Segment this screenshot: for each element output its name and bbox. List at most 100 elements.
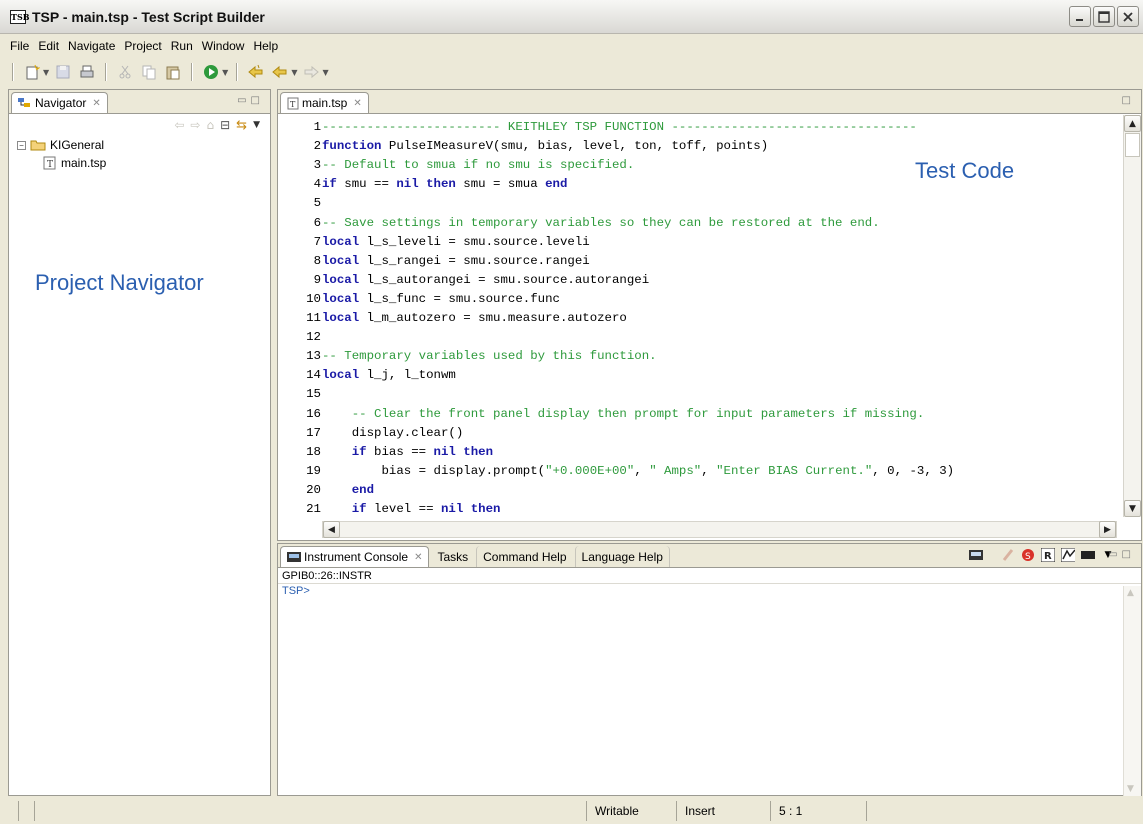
menu-window[interactable]: Window	[198, 39, 250, 53]
new-dropdown-arrow[interactable]: ▼	[43, 68, 49, 77]
nav-back-icon[interactable]: ⇦	[174, 118, 184, 132]
run-icon	[204, 65, 219, 79]
keyword-token: end	[351, 482, 375, 497]
toolbar: ▼ ▼ ▼ ▼	[0, 58, 1143, 86]
last-edit-icon	[248, 64, 263, 79]
forward-dropdown-arrow[interactable]: ▼	[322, 68, 328, 77]
console-toolbar: S R ▼	[969, 548, 1115, 562]
navigator-toolbar: ⇦ ⇨ ⌂ ⊟ ⇆ ▼	[9, 114, 270, 136]
new-file-button[interactable]	[22, 62, 42, 82]
scroll-left-button[interactable]: ◀	[323, 521, 340, 538]
code-text: local l_s_func = smu.source.func	[321, 290, 560, 309]
tab-instrument-console[interactable]: Instrument Console ✕	[280, 546, 430, 567]
menu-run[interactable]: Run	[167, 39, 198, 53]
editor-vertical-scrollbar[interactable]: ▲ ▼	[1123, 115, 1141, 517]
print-button[interactable]	[77, 62, 97, 82]
run-button[interactable]	[201, 62, 221, 82]
tree-file-row[interactable]: T main.tsp	[17, 154, 270, 172]
console-panel: Instrument Console ✕ Tasks Command Help …	[277, 543, 1142, 796]
instrument-icon[interactable]	[969, 548, 983, 562]
editor-horizontal-scrollbar[interactable]: ◀ ▶	[322, 521, 1117, 538]
last-edit-button[interactable]	[246, 62, 266, 82]
link-editor-icon[interactable]: ⇆	[236, 118, 247, 133]
console-prompt[interactable]: TSP>	[278, 584, 1141, 598]
maximize-button[interactable]	[1093, 6, 1115, 27]
save-button[interactable]	[53, 62, 73, 82]
tab-main-tsp[interactable]: T main.tsp ✕	[280, 92, 369, 113]
graph-icon[interactable]	[1061, 548, 1075, 562]
collapse-toggle-icon[interactable]: −	[17, 140, 26, 150]
code-line: 14 local l_j, l_tonwm	[278, 366, 456, 385]
scroll-up-button[interactable]: ▲	[1124, 115, 1141, 132]
menu-project[interactable]: Project	[120, 39, 166, 53]
code-line: 17 display.clear()	[278, 424, 463, 443]
code-line: 21 if level == nil then	[278, 500, 500, 517]
line-number: 19	[306, 463, 321, 478]
close-tab-icon[interactable]: ✕	[92, 98, 100, 109]
code-text: ------------------------ KEITHLEY TSP FU…	[321, 118, 917, 137]
menu-edit[interactable]: Edit	[34, 39, 64, 53]
forward-button[interactable]	[301, 62, 321, 82]
keyword-token: local	[322, 311, 360, 325]
toolbar-separator	[236, 63, 239, 81]
tab-navigator[interactable]: Navigator ✕	[11, 92, 108, 113]
tab-language-help[interactable]: Language Help	[574, 546, 670, 567]
nav-up-icon[interactable]: ⌂	[206, 118, 214, 132]
back-button[interactable]	[270, 62, 290, 82]
back-dropdown-arrow[interactable]: ▼	[291, 68, 297, 77]
scroll-thumb[interactable]	[1125, 133, 1140, 157]
minimize-button[interactable]	[1069, 6, 1091, 27]
tab-tasks[interactable]: Tasks	[431, 546, 474, 567]
menu-file[interactable]: File	[6, 39, 34, 53]
scroll-up-icon[interactable]: ▲	[1127, 588, 1134, 598]
code-line: 1 ------------------------ KEITHLEY TSP F…	[278, 118, 917, 137]
console-vertical-scrollbar[interactable]: ▲ ▼	[1123, 586, 1141, 796]
tab-command-help[interactable]: Command Help	[476, 546, 572, 567]
close-button[interactable]	[1117, 6, 1139, 27]
line-number: 10	[306, 291, 321, 306]
close-tab-icon[interactable]: ✕	[353, 98, 361, 109]
nav-forward-icon[interactable]: ⇨	[190, 118, 200, 132]
line-number: 14	[306, 368, 321, 383]
scroll-right-button[interactable]: ▶	[1099, 521, 1116, 538]
scroll-down-icon[interactable]: ▼	[1127, 784, 1134, 794]
cut-button[interactable]	[115, 62, 135, 82]
clear-console-icon[interactable]	[1001, 548, 1015, 562]
copy-button[interactable]	[139, 62, 159, 82]
stop-icon[interactable]: S	[1021, 548, 1035, 562]
scroll-down-button[interactable]: ▼	[1124, 500, 1141, 517]
tree-project-row[interactable]: − KIGeneral	[17, 136, 270, 154]
menu-help[interactable]: Help	[249, 39, 283, 53]
test-code-annotation: Test Code	[915, 158, 1015, 183]
run-dropdown-arrow[interactable]: ▼	[222, 68, 228, 77]
navigator-view-controls[interactable]: ▭□	[237, 95, 264, 106]
project-tree: − KIGeneral T main.tsp	[9, 136, 270, 172]
tab-instrument-console-label: Instrument Console	[304, 550, 409, 564]
code-text: -- Default to smua if no smu is specifie…	[321, 156, 634, 175]
keyword-token: local	[322, 272, 360, 287]
line-number: 6	[313, 215, 321, 230]
editor-maximize-control[interactable]: □	[1122, 95, 1135, 106]
collapse-all-icon[interactable]: ⊟	[220, 118, 230, 132]
reset-icon[interactable]: R	[1041, 548, 1055, 562]
console-instrument-address: GPIB0::26::INSTR	[278, 568, 1141, 584]
line-number: 15	[306, 387, 321, 402]
string-token: " Amps"	[649, 463, 702, 478]
code-token: bias ==	[366, 444, 434, 459]
keyword-token: nil	[433, 444, 456, 459]
menu-navigate[interactable]: Navigate	[64, 39, 120, 53]
console-view-controls[interactable]: ▭□	[1108, 549, 1135, 560]
code-token: ,	[701, 463, 717, 478]
line-number: 2	[313, 139, 321, 154]
line-number: 17	[306, 425, 321, 440]
code-token: l_s_rangei = smu.source.rangei	[359, 253, 590, 268]
view-menu-icon[interactable]: ▼	[253, 120, 260, 130]
flash-icon[interactable]	[1081, 548, 1095, 562]
code-line: 11 local l_m_autozero = smu.measure.autoz…	[278, 309, 627, 328]
line-number: 4	[313, 177, 321, 192]
paste-button[interactable]	[163, 62, 183, 82]
close-tab-icon[interactable]: ✕	[414, 552, 422, 563]
